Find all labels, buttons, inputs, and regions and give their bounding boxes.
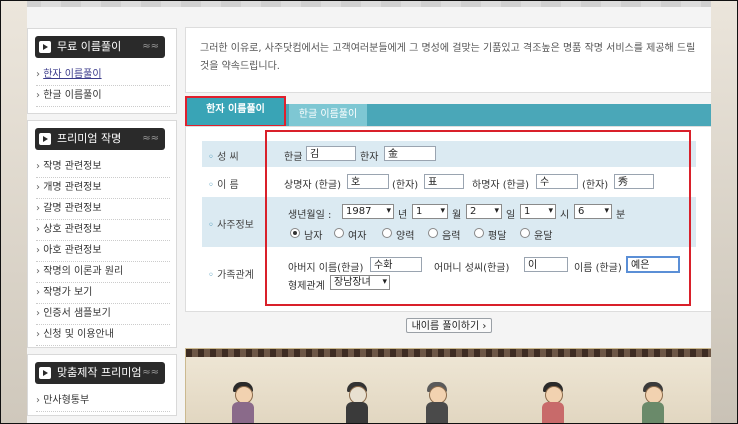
saju-row: 사주정보 생년월일 : 1987 년 1 월 2 일 1 시 6 분 남자 여자… <box>202 197 696 247</box>
father-name-input[interactable]: 수화 <box>370 257 422 272</box>
sidebar-item-namer-view[interactable]: 작명가 보기 <box>36 283 170 304</box>
figure-3 <box>422 376 452 423</box>
sidebar-item-mansa[interactable]: 만사형통부 <box>36 391 170 412</box>
sidebar-free-box: 무료 이름풀이 ≈≈ 한자 이름풀이 한글 이름풀이 <box>27 28 177 114</box>
figure-2 <box>342 376 372 423</box>
sidebar-custom-box: 맞춤제작 프리미엄 ≈≈ 만사형통부 <box>27 354 177 416</box>
minute-unit: 분 <box>616 210 626 221</box>
solar-label: 양력 <box>396 231 415 242</box>
figure-4 <box>538 376 568 423</box>
female-label: 여자 <box>348 231 367 242</box>
family-row: 가족관계 아버지 이름(한글) 수화 어머니 성씨(한글) 이 이름 (한글) … <box>202 253 696 293</box>
surname-hangul-label: 한글 <box>284 152 303 163</box>
family-label: 가족관계 <box>202 266 270 281</box>
lunar-radio[interactable] <box>428 228 438 238</box>
surname-hanja-label: 한자 <box>360 152 379 163</box>
play-icon <box>39 133 51 145</box>
hour-select[interactable]: 1 <box>520 204 556 219</box>
surname-hangul-input[interactable]: 김 <box>306 146 356 161</box>
page: 무료 이름풀이 ≈≈ 한자 이름풀이 한글 이름풀이 프리미엄 작명 ≈≈ 작명… <box>27 7 713 423</box>
mother-surname-input[interactable]: 이 <box>524 257 568 272</box>
second-char-hanja-input[interactable]: 秀 <box>614 174 654 189</box>
ornament-icon: ≈≈ <box>142 367 159 378</box>
figure-1 <box>228 376 258 423</box>
male-label: 남자 <box>304 231 323 242</box>
window-frame: 무료 이름풀이 ≈≈ 한자 이름풀이 한글 이름풀이 프리미엄 작명 ≈≈ 작명… <box>0 0 738 424</box>
surname-row: 성 씨 한글 김 한자 金 <box>202 141 696 167</box>
second-char-hangul-label: 하명자 (한글) <box>472 180 529 191</box>
given-name-label: 이 름 <box>202 176 270 191</box>
normal-month-label: 평달 <box>488 231 507 242</box>
mother-surname-label: 어머니 성씨(한글) <box>434 263 510 274</box>
illustration-border <box>186 349 712 357</box>
first-char-hangul-label: 상명자 (한글) <box>284 180 341 191</box>
saju-label: 사주정보 <box>202 216 270 231</box>
character-illustration <box>185 348 713 423</box>
sidebar-item-hangul[interactable]: 한글 이름풀이 <box>36 86 170 107</box>
sidebar-item-naming-info[interactable]: 작명 관련정보 <box>36 157 170 178</box>
hour-unit: 시 <box>560 210 570 221</box>
surname-hanja-input[interactable]: 金 <box>384 146 436 161</box>
year-select[interactable]: 1987 <box>342 204 394 219</box>
first-char-hanja-input[interactable]: 표 <box>424 174 464 189</box>
given-name-row: 이 름 상명자 (한글) 호 (한자) 표 하명자 (한글) 수 (한자) 秀 <box>202 169 696 195</box>
sidebar-item-business-name-info[interactable]: 상호 관련정보 <box>36 220 170 241</box>
sibling-label: 형제관계 <box>288 281 325 292</box>
sidebar-custom-title: 맞춤제작 프리미엄 ≈≈ <box>35 362 165 384</box>
sidebar-item-hanja[interactable]: 한자 이름풀이 <box>36 65 170 86</box>
second-char-hanja-label: (한자) <box>582 180 609 191</box>
sidebar-item-certificate-sample[interactable]: 인증서 샘플보기 <box>36 304 170 325</box>
sidebar-item-apply-guide[interactable]: 신청 및 이용안내 <box>36 325 170 346</box>
sidebar-item-naming-theory[interactable]: 작명의 이론과 원리 <box>36 262 170 283</box>
tab-hanja-name[interactable]: 한자 이름풀이 <box>185 96 286 127</box>
female-radio[interactable] <box>334 228 344 238</box>
leap-month-radio[interactable] <box>520 228 530 238</box>
sidebar-premium-box: 프리미엄 작명 ≈≈ 작명 관련정보 개명 관련정보 갈명 관련정보 상호 관련… <box>27 120 177 348</box>
sidebar-item-aho-info[interactable]: 아호 관련정보 <box>36 241 170 262</box>
surname-label: 성 씨 <box>202 148 270 163</box>
first-char-hanja-label: (한자) <box>392 180 419 191</box>
sidebar-premium-title: 프리미엄 작명 ≈≈ <box>35 128 165 150</box>
solar-radio[interactable] <box>382 228 392 238</box>
sidebar-free-title: 무료 이름풀이 ≈≈ <box>35 36 165 58</box>
submit-button[interactable]: 내이름 풀이하기 › <box>406 318 492 333</box>
sidebar-item-rename-info[interactable]: 개명 관련정보 <box>36 178 170 199</box>
sibling-select[interactable]: 장남장녀 <box>330 275 390 290</box>
ornament-icon: ≈≈ <box>142 133 159 144</box>
play-icon <box>39 41 51 53</box>
mother-name-input[interactable]: 예은 <box>626 256 680 273</box>
year-unit: 년 <box>398 210 408 221</box>
figure-5 <box>638 376 668 423</box>
birth-label: 생년월일 : <box>288 210 332 221</box>
intro-box: 그러한 이유로, 사주닷컴에서는 고객여러분들에게 그 명성에 걸맞는 기품있고… <box>185 27 713 93</box>
month-unit: 월 <box>452 210 462 221</box>
sidebar-item-galmyeong-info[interactable]: 갈명 관련정보 <box>36 199 170 220</box>
father-name-label: 아버지 이름(한글) <box>288 263 364 274</box>
normal-month-radio[interactable] <box>474 228 484 238</box>
day-select[interactable]: 2 <box>466 204 502 219</box>
leap-month-label: 윤달 <box>534 231 553 242</box>
male-radio[interactable] <box>290 228 300 238</box>
sidebar-premium-list: 작명 관련정보 개명 관련정보 갈명 관련정보 상호 관련정보 아호 관련정보 … <box>36 157 170 346</box>
name-form: 성 씨 한글 김 한자 金 이 름 상명자 (한글) 호 (한자) 표 하명자 … <box>185 126 713 312</box>
tab-hangul-name[interactable]: 한글 이름풀이 <box>289 104 367 126</box>
minute-select[interactable]: 6 <box>574 204 612 219</box>
month-select[interactable]: 1 <box>412 204 448 219</box>
play-icon <box>39 367 51 379</box>
sidebar-free-list: 한자 이름풀이 한글 이름풀이 <box>36 65 170 107</box>
lunar-label: 음력 <box>442 231 461 242</box>
day-unit: 일 <box>506 210 516 221</box>
first-char-hangul-input[interactable]: 호 <box>347 174 389 189</box>
intro-text: 그러한 이유로, 사주닷컴에서는 고객여러분들에게 그 명성에 걸맞는 기품있고… <box>200 43 696 72</box>
ornament-icon: ≈≈ <box>142 41 159 52</box>
second-char-hangul-input[interactable]: 수 <box>536 174 578 189</box>
sidebar-custom-list: 만사형통부 <box>36 391 170 412</box>
mother-name-label: 이름 (한글) <box>574 263 622 274</box>
